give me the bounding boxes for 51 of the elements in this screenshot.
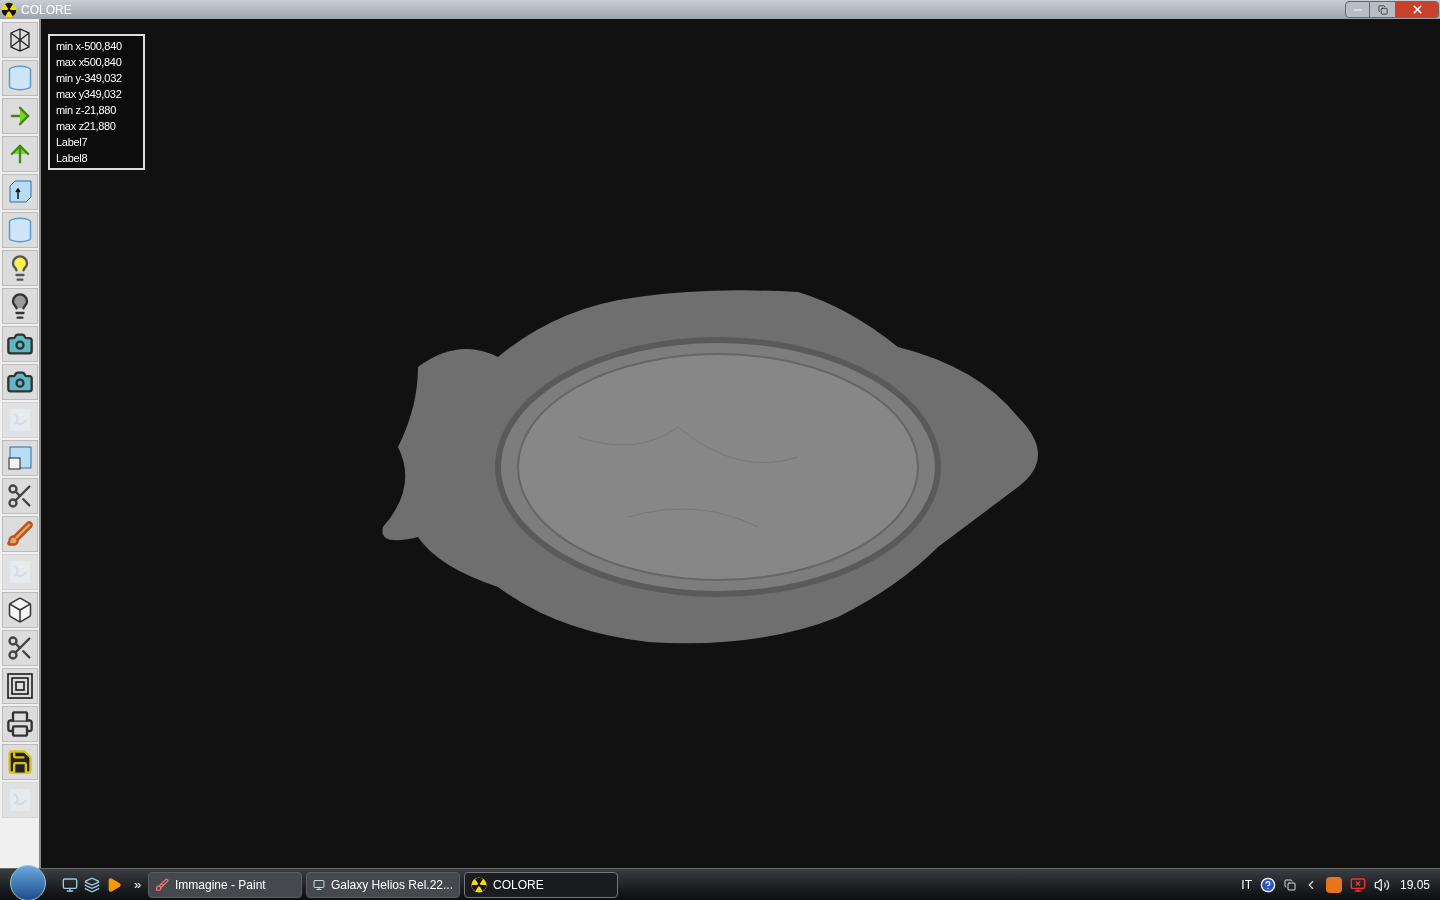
tool-button[interactable]: [2, 326, 38, 362]
app-window-icon: [313, 877, 325, 892]
tool-button[interactable]: [2, 706, 38, 742]
cube-icon: [6, 596, 34, 624]
taskbar-button[interactable]: COLORE: [464, 871, 618, 898]
info-label: max x500,840: [56, 55, 123, 70]
tool-button[interactable]: [2, 592, 38, 628]
tool-button[interactable]: [2, 22, 38, 58]
info-label: min y-349,032: [56, 71, 123, 86]
restore-button[interactable]: [1370, 1, 1395, 18]
radiation-icon: [471, 876, 487, 893]
tool-button[interactable]: [2, 668, 38, 704]
close-icon: [1410, 3, 1424, 16]
brush-icon: [6, 520, 34, 548]
start-button[interactable]: [10, 864, 46, 900]
paint-icon: [155, 877, 169, 892]
show-desktop-icon[interactable]: [62, 876, 78, 893]
tool-button[interactable]: [2, 250, 38, 286]
cylinder-icon: [6, 216, 34, 244]
concentric-squares-icon: [6, 672, 34, 700]
volume-icon[interactable]: [1373, 876, 1390, 893]
tool-button[interactable]: [2, 478, 38, 514]
language-indicator[interactable]: IT: [1241, 875, 1252, 894]
info-label: min z-21,880: [56, 103, 117, 118]
more-quicklaunch-button[interactable]: »: [134, 874, 144, 895]
tool-button[interactable]: [2, 630, 38, 666]
info-label: max y349,032: [56, 87, 123, 102]
info-label: min x-500,840: [56, 39, 123, 54]
minimize-button[interactable]: [1345, 1, 1370, 18]
info-label: Label8: [56, 151, 89, 166]
tool-button[interactable]: [2, 364, 38, 400]
cube-arrow-icon: [6, 178, 34, 206]
clock[interactable]: 19.05: [1399, 875, 1430, 894]
network-disconnected-icon[interactable]: [1349, 876, 1366, 893]
printer-icon: [6, 710, 34, 738]
help-icon[interactable]: [1259, 876, 1276, 893]
window-title: COLORE: [21, 1, 72, 19]
tool-button[interactable]: [2, 288, 38, 324]
info-label: Label7: [56, 135, 89, 150]
radiation-icon: [1, 1, 17, 18]
cylinder-icon: [6, 64, 34, 92]
close-button[interactable]: [1395, 1, 1439, 18]
tool-button[interactable]: [2, 744, 38, 780]
taskbar-button[interactable]: Galaxy Helios Rel.22...: [306, 871, 460, 898]
switch-windows-icon[interactable]: [84, 876, 100, 893]
info-label: max z21,880: [56, 119, 117, 134]
overlapping-windows-icon: [6, 444, 34, 472]
taskbar-button[interactable]: Immagine - Paint: [148, 871, 302, 898]
restore-icon: [1377, 4, 1388, 15]
media-player-icon[interactable]: [106, 876, 122, 893]
java-icon[interactable]: [1325, 876, 1342, 893]
